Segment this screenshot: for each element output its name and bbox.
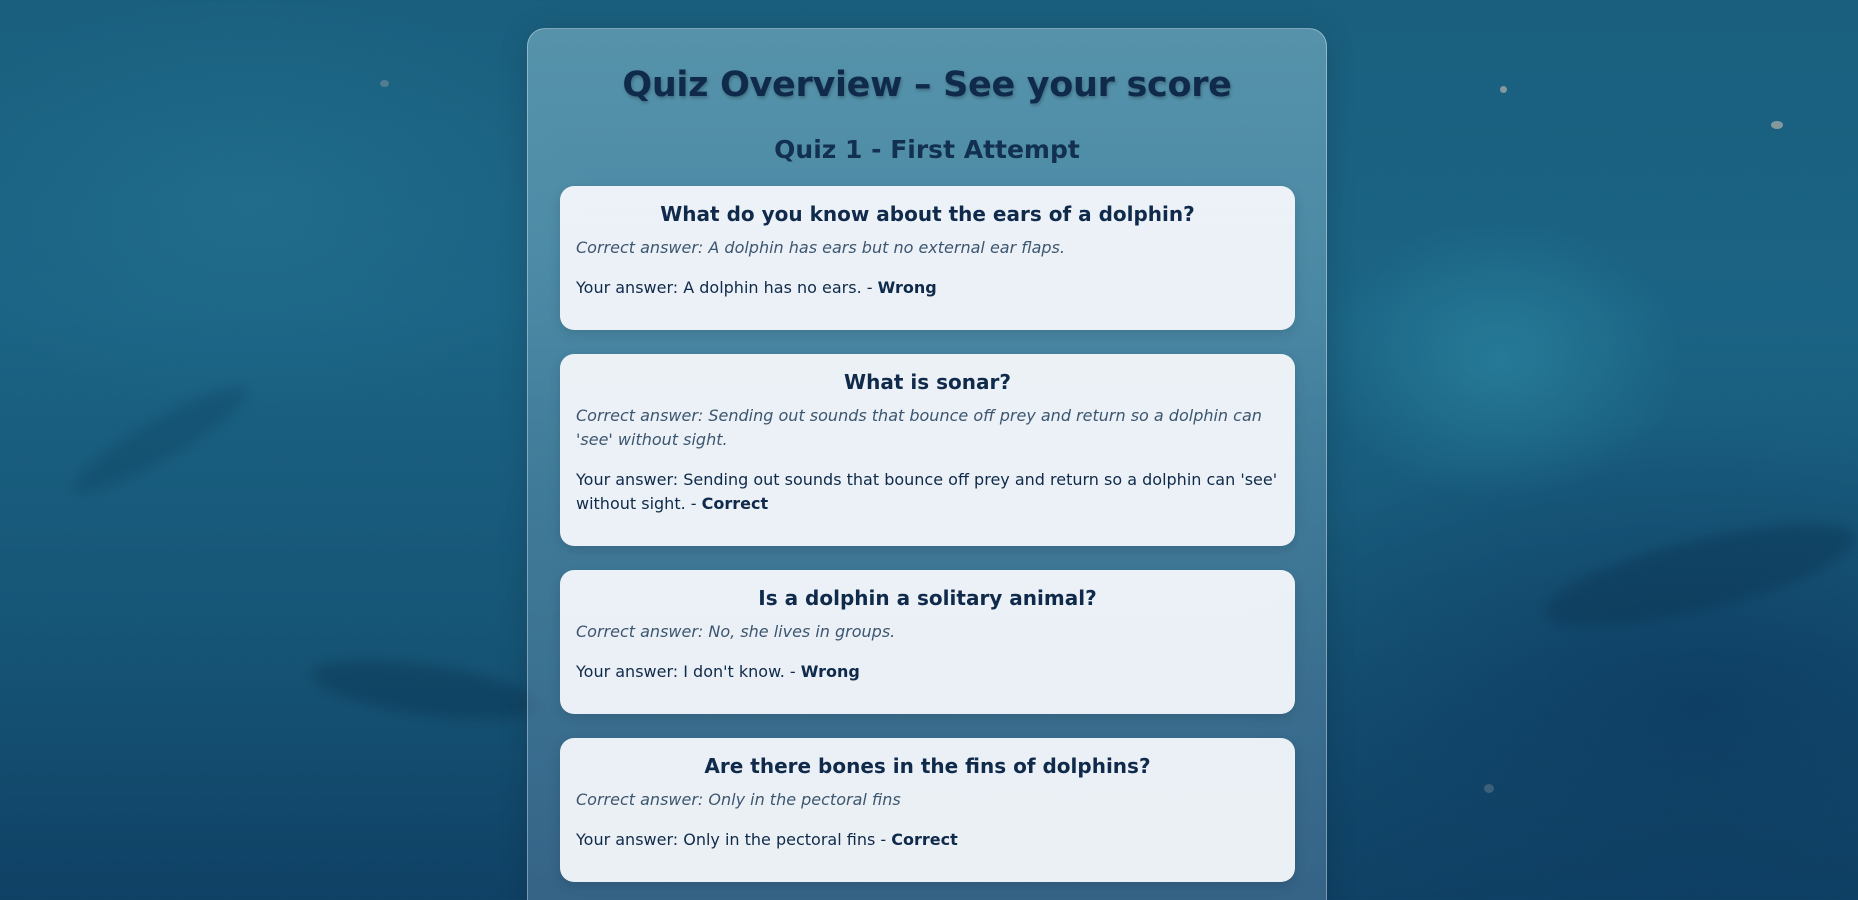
background-dolphin-shape xyxy=(307,649,543,731)
background-bubble xyxy=(1500,86,1507,93)
background-bubble xyxy=(1771,121,1783,129)
correct-answer: Correct answer: A dolphin has ears but n… xyxy=(576,238,1065,257)
verdict-badge: Correct xyxy=(701,494,769,513)
page-title: Quiz Overview – See your score xyxy=(622,65,1232,105)
your-answer-text: Your answer: I don't know. - xyxy=(576,662,801,681)
correct-answer: Correct answer: No, she lives in groups. xyxy=(576,622,896,641)
your-answer: Your answer: Sending out sounds that bou… xyxy=(576,468,1279,516)
correct-answer: Correct answer: Sending out sounds that … xyxy=(576,406,1262,449)
your-answer-text: Your answer: A dolphin has no ears. - xyxy=(576,278,878,297)
correct-answer: Correct answer: Only in the pectoral fin… xyxy=(576,790,901,809)
your-answer: Your answer: A dolphin has no ears. - Wr… xyxy=(576,276,1279,300)
your-answer-text: Your answer: Only in the pectoral fins - xyxy=(576,830,892,849)
verdict-badge: Wrong xyxy=(877,278,937,297)
your-answer-text: Your answer: Sending out sounds that bou… xyxy=(576,470,1278,513)
question-card: Are there bones in the fins of dolphins?… xyxy=(560,738,1295,882)
verdict-badge: Correct xyxy=(891,830,958,849)
question-card: Is a dolphin a solitary animal? Correct … xyxy=(560,570,1295,714)
question-title: What is sonar? xyxy=(844,370,1011,394)
background-dolphin-shape xyxy=(63,372,257,508)
question-card: What do you know about the ears of a dol… xyxy=(560,186,1295,330)
quiz-overview-panel: Quiz Overview – See your score Quiz 1 - … xyxy=(527,28,1327,900)
background-dolphin-shape xyxy=(1536,502,1858,648)
attempt-title: Quiz 1 - First Attempt xyxy=(774,135,1080,164)
question-title: Is a dolphin a solitary animal? xyxy=(758,586,1097,610)
your-answer: Your answer: I don't know. - Wrong xyxy=(576,660,1279,684)
background-bubble xyxy=(1484,784,1494,793)
question-card: What is sonar? Correct answer: Sending o… xyxy=(560,354,1295,546)
question-title: What do you know about the ears of a dol… xyxy=(660,202,1195,226)
verdict-badge: Wrong xyxy=(800,662,860,681)
question-title: Are there bones in the fins of dolphins? xyxy=(704,754,1151,778)
background-bubble xyxy=(380,80,389,87)
your-answer: Your answer: Only in the pectoral fins -… xyxy=(576,828,1279,852)
